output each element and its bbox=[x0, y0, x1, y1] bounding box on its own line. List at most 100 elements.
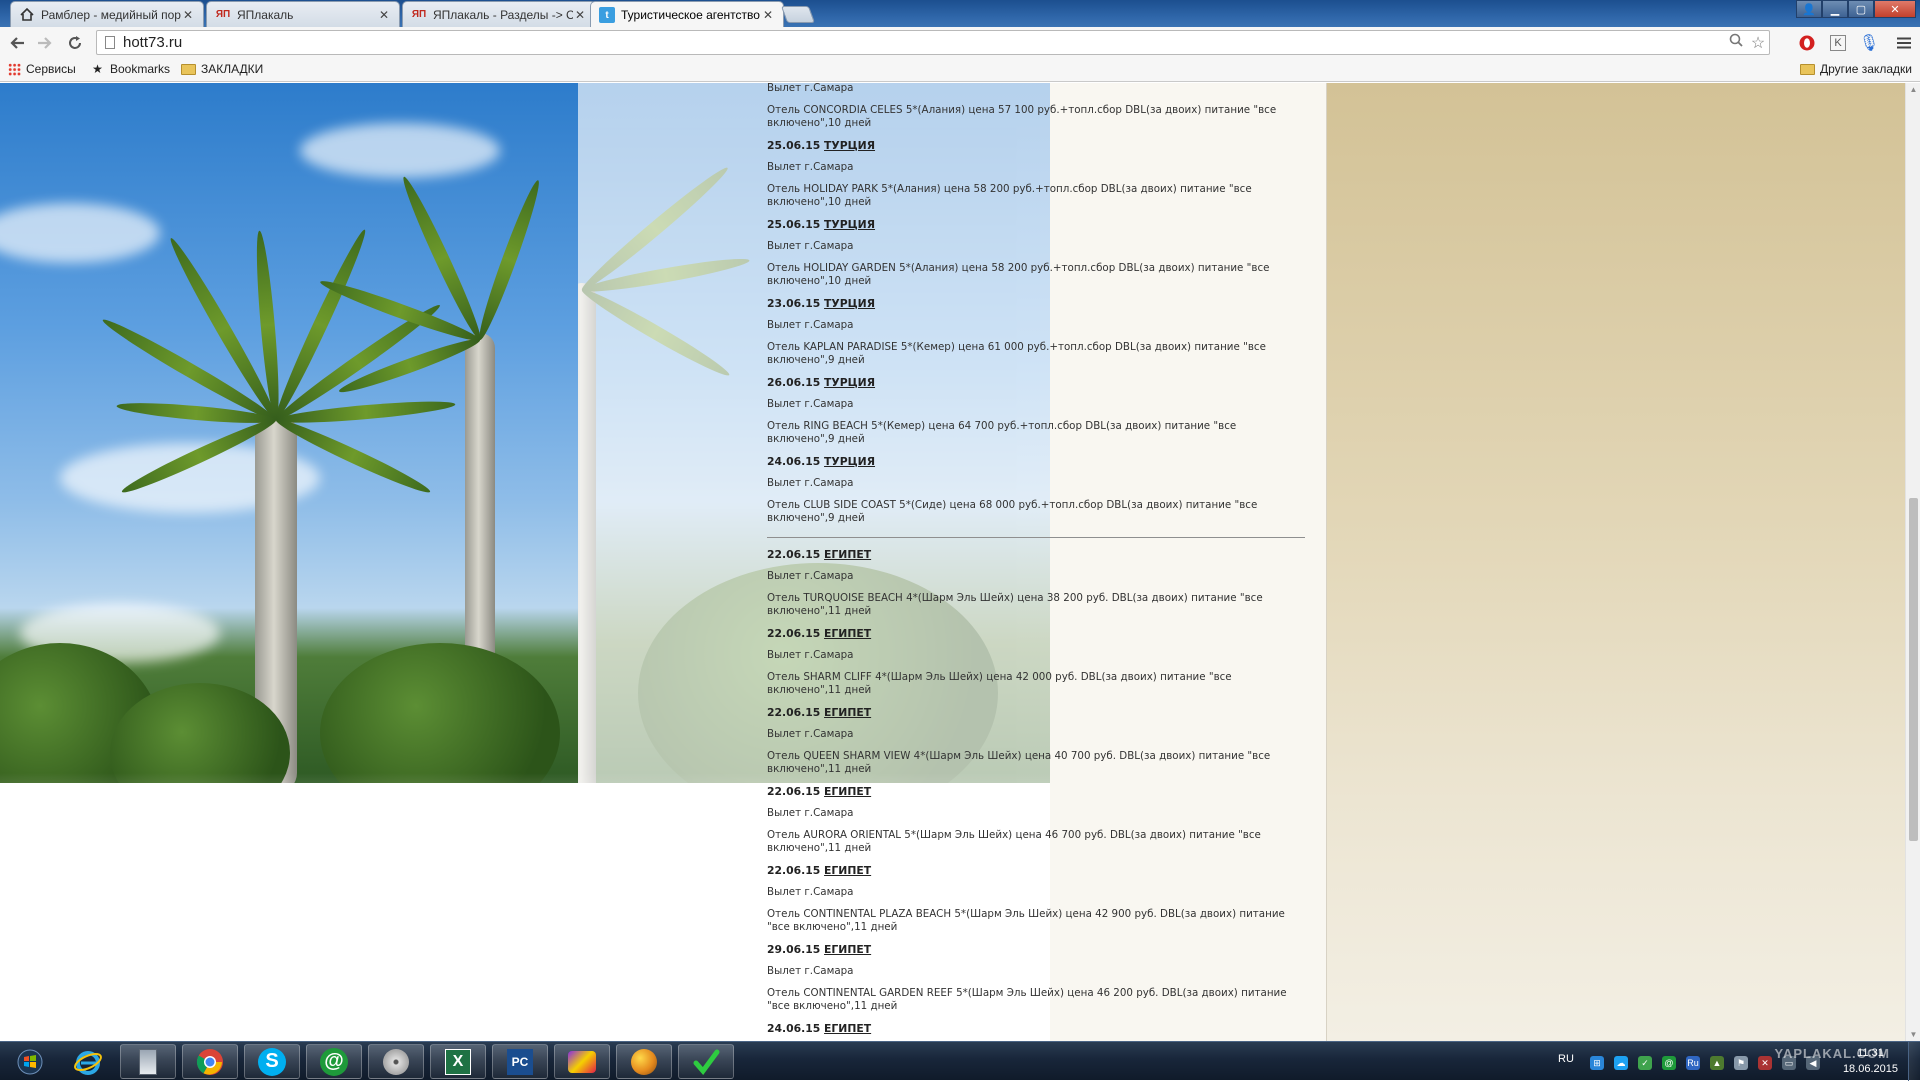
hotel-offer: Отель CONTINENTAL GARDEN REEF 5*(Шарм Эл… bbox=[767, 987, 1287, 1012]
close-icon[interactable]: ✕ bbox=[181, 8, 195, 22]
departure-city: Вылет г.Самара bbox=[767, 240, 854, 252]
close-icon[interactable]: ✕ bbox=[377, 8, 391, 22]
tour-date: 25.06.15 bbox=[767, 139, 821, 152]
checkmark-icon[interactable] bbox=[678, 1044, 734, 1079]
tour-date: 22.06.15 bbox=[767, 548, 821, 561]
country-link[interactable]: ЕГИПЕТ bbox=[824, 548, 871, 561]
start-button[interactable] bbox=[2, 1044, 58, 1079]
microphone-icon[interactable]: 🎙 bbox=[1857, 31, 1881, 55]
bookmarks-bar: Сервисы ★ Bookmarks ЗАКЛАДКИ Другие закл… bbox=[0, 58, 1920, 82]
clock-date: 18.06.2015 bbox=[1842, 1063, 1898, 1075]
mail-tray-icon[interactable]: @ bbox=[1662, 1056, 1676, 1070]
action-center-icon[interactable]: ✕ bbox=[1758, 1056, 1772, 1070]
reload-button[interactable] bbox=[63, 31, 87, 55]
country-link[interactable]: ЕГИПЕТ bbox=[824, 785, 871, 798]
tour-date: 29.06.15 bbox=[767, 943, 821, 956]
mail-agent-icon[interactable]: @ bbox=[306, 1044, 362, 1079]
forward-button[interactable] bbox=[33, 31, 57, 55]
back-button[interactable] bbox=[5, 31, 29, 55]
tab-travel-agency[interactable]: t Туристическое агентство ✕ bbox=[590, 1, 784, 28]
tour-date-heading: 23.06.15 ТУРЦИЯ bbox=[767, 297, 1305, 310]
tour-date-heading: 22.06.15 ЕГИПЕТ bbox=[767, 548, 1305, 561]
tour-date: 22.06.15 bbox=[767, 864, 821, 877]
user-icon[interactable]: 👤 bbox=[1796, 0, 1822, 18]
country-link[interactable]: ТУРЦИЯ bbox=[824, 455, 875, 468]
show-desktop-button[interactable] bbox=[1908, 1042, 1920, 1081]
departure-city: Вылет г.Самара bbox=[767, 886, 854, 898]
country-link[interactable]: ТУРЦИЯ bbox=[824, 218, 875, 231]
bookmark-bookmarks[interactable]: ★ Bookmarks bbox=[90, 62, 170, 76]
browser-toolbar: hott73.ru ☆ K 🎙 bbox=[0, 27, 1920, 58]
star-icon: ★ bbox=[92, 62, 103, 76]
apps-grid-icon bbox=[8, 62, 21, 76]
tour-date-heading: 29.06.15 ЕГИПЕТ bbox=[767, 943, 1305, 956]
tab-yaplakal[interactable]: ЯП ЯПлакаль ✕ bbox=[206, 1, 400, 27]
internet-explorer-icon[interactable] bbox=[60, 1044, 116, 1079]
close-icon[interactable]: ✕ bbox=[573, 8, 587, 22]
twitter-icon: t bbox=[599, 7, 615, 23]
scrollbar-thumb[interactable] bbox=[1909, 498, 1918, 841]
section-separator bbox=[767, 537, 1305, 538]
media-icon[interactable] bbox=[554, 1044, 610, 1079]
language-indicator[interactable]: RU bbox=[1558, 1053, 1574, 1065]
url-text[interactable]: hott73.ru bbox=[123, 34, 1725, 51]
tour-date: 24.06.15 bbox=[767, 1022, 821, 1035]
new-tab-button[interactable] bbox=[780, 6, 816, 23]
bookmark-other[interactable]: Другие закладки bbox=[1800, 62, 1912, 76]
chrome-icon[interactable] bbox=[182, 1044, 238, 1079]
arrow-left-icon bbox=[10, 37, 24, 49]
country-link[interactable]: ЕГИПЕТ bbox=[824, 706, 871, 719]
scroll-down-icon[interactable]: ▼ bbox=[1909, 1030, 1918, 1039]
tab-title: Туристическое агентство bbox=[621, 8, 760, 22]
bookmark-folder-zakladki[interactable]: ЗАКЛАДКИ bbox=[181, 62, 263, 76]
country-link[interactable]: ЕГИПЕТ bbox=[824, 864, 871, 877]
opera-extension-icon[interactable] bbox=[1795, 31, 1819, 55]
tab-yaplakal-sections[interactable]: ЯП ЯПлакаль - Разделы -> С ✕ bbox=[402, 1, 596, 27]
punto-switcher-icon[interactable]: Ru bbox=[1686, 1056, 1700, 1070]
page-scrollbar[interactable]: ▲ ▼ bbox=[1905, 83, 1920, 1041]
window-controls: 👤 ▁ ▢ ✕ bbox=[1796, 0, 1916, 18]
country-link[interactable]: ТУРЦИЯ bbox=[824, 297, 875, 310]
tab-rambler[interactable]: Рамблер - медийный пор ✕ bbox=[10, 1, 204, 27]
disc-icon[interactable] bbox=[368, 1044, 424, 1079]
search-icon[interactable] bbox=[1725, 33, 1747, 52]
pc-banking-icon[interactable]: PC bbox=[492, 1044, 548, 1079]
address-bar[interactable]: hott73.ru ☆ bbox=[96, 30, 1770, 55]
skype-icon[interactable]: S bbox=[244, 1044, 300, 1079]
country-link[interactable]: ТУРЦИЯ bbox=[824, 376, 875, 389]
hotel-offer: Отель KAPLAN PARADISE 5*(Кемер) цена 61 … bbox=[767, 341, 1266, 366]
update-icon[interactable]: ▲ bbox=[1710, 1056, 1724, 1070]
tab-strip: Рамблер - медийный пор ✕ ЯП ЯПлакаль ✕ Я… bbox=[0, 0, 1920, 28]
bookmark-label: Bookmarks bbox=[110, 62, 171, 76]
country-link[interactable]: ТУРЦИЯ bbox=[824, 139, 875, 152]
departure-city: Вылет г.Самара bbox=[767, 319, 854, 331]
paint-icon[interactable] bbox=[616, 1044, 672, 1079]
excel-icon[interactable]: X bbox=[430, 1044, 486, 1079]
menu-icon[interactable] bbox=[1892, 31, 1916, 55]
kaspersky-extension-icon[interactable]: K bbox=[1826, 31, 1850, 55]
country-link[interactable]: ЕГИПЕТ bbox=[824, 943, 871, 956]
right-decor-panel bbox=[1327, 83, 1905, 1041]
folder-icon bbox=[1800, 63, 1815, 75]
close-icon[interactable]: ✕ bbox=[761, 8, 775, 22]
hotel-offer: Отель CONTINENTAL PLAZA BEACH 5*(Шарм Эл… bbox=[767, 908, 1285, 933]
bookmark-apps[interactable]: Сервисы bbox=[8, 62, 76, 76]
star-icon[interactable]: ☆ bbox=[1747, 33, 1769, 53]
file-manager-icon[interactable] bbox=[120, 1044, 176, 1079]
cloud-sync-icon[interactable]: ☁ bbox=[1614, 1056, 1628, 1070]
tour-date-heading: 24.06.15 ЕГИПЕТ bbox=[767, 1022, 1305, 1035]
country-link[interactable]: ЕГИПЕТ bbox=[824, 1022, 871, 1035]
hotel-offer: Отель CLUB SIDE COAST 5*(Сиде) цена 68 0… bbox=[767, 499, 1258, 524]
minimize-button[interactable]: ▁ bbox=[1822, 0, 1848, 18]
close-window-button[interactable]: ✕ bbox=[1874, 0, 1916, 18]
tour-date-heading: 22.06.15 ЕГИПЕТ bbox=[767, 785, 1305, 798]
maximize-button[interactable]: ▢ bbox=[1848, 0, 1874, 18]
network-icon[interactable]: ⊞ bbox=[1590, 1056, 1604, 1070]
security-icon[interactable]: ✓ bbox=[1638, 1056, 1652, 1070]
tour-date: 22.06.15 bbox=[767, 627, 821, 640]
scroll-up-icon[interactable]: ▲ bbox=[1909, 85, 1918, 94]
country-link[interactable]: ЕГИПЕТ bbox=[824, 627, 871, 640]
tour-date: 24.06.15 bbox=[767, 455, 821, 468]
flag-icon[interactable]: ⚑ bbox=[1734, 1056, 1748, 1070]
hotel-offer: Отель RING BEACH 5*(Кемер) цена 64 700 р… bbox=[767, 420, 1237, 445]
